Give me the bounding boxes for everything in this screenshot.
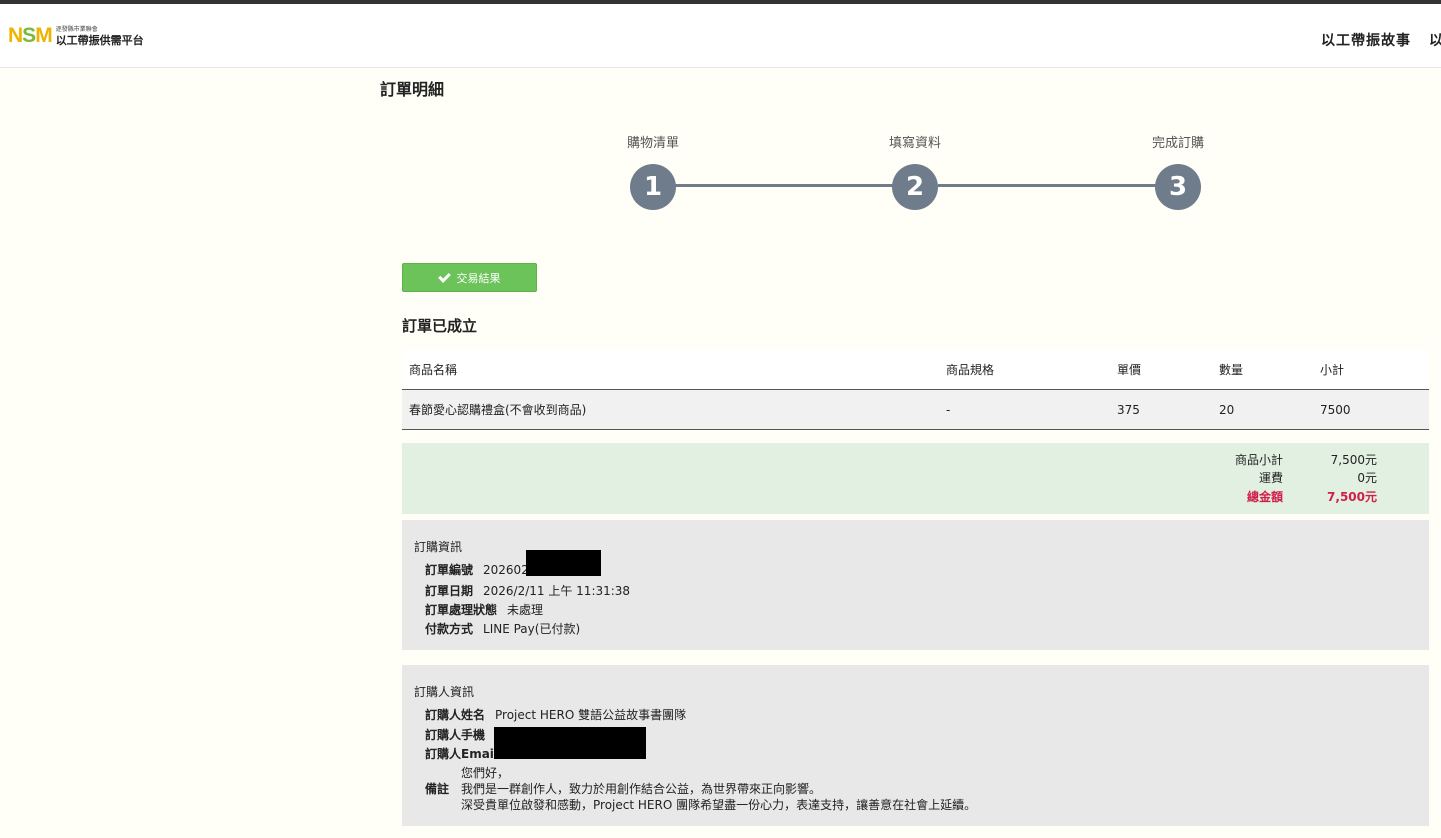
buyer-phone-label: 訂購人手機 — [425, 728, 486, 742]
table-header: 商品名稱 商品規格 單價 數量 小計 — [402, 350, 1429, 390]
order-number-row: 訂單編號 202602 — [425, 561, 529, 578]
logo-subtitle: 逐發縣市業聯會 — [55, 25, 98, 33]
step-complete: 完成訂購 3 — [1118, 128, 1238, 210]
note-label: 備註 — [425, 782, 450, 796]
buyer-info-panel: 訂購人資訊 訂購人姓名 Project HERO 雙語公益故事書團隊 訂購人手機 … — [402, 665, 1429, 826]
summary-total-value: 7,500元 — [1327, 490, 1377, 504]
product-spec: - — [946, 403, 951, 417]
buyer-info-title: 訂購人資訊 — [414, 685, 475, 699]
redaction-block — [494, 727, 646, 759]
step-number: 1 — [630, 164, 676, 210]
order-info-panel: 訂購資訊 訂單編號 202602 訂單日期 2026/2/11 上午 11:31:3… — [402, 520, 1429, 650]
step-label: 購物清單 — [626, 136, 679, 151]
buyer-phone-row: 訂購人手機 — [425, 726, 485, 743]
header-name: 商品名稱 — [409, 363, 458, 377]
summary-subtotal-label: 商品小計 — [1234, 453, 1283, 467]
buyer-email-row: 訂購人Email — [425, 745, 498, 762]
logo-title: 以工帶振供需平台 — [55, 33, 144, 47]
summary-shipping-value: 0元 — [1357, 471, 1377, 485]
product-name: 春節愛心認購禮盒(不會收到商品) — [409, 403, 587, 417]
summary-shipping-row: 運費 0元 — [402, 469, 1429, 487]
product-qty: 20 — [1219, 403, 1235, 417]
order-status-value: 未處理 — [507, 603, 544, 617]
order-summary: 商品小計 7,500元 運費 0元 總金額 7,500元 — [402, 443, 1429, 514]
buyer-email-label: 訂購人Email — [425, 747, 499, 761]
step-info: 填寫資料 2 — [855, 128, 975, 210]
table-row: 春節愛心認購禮盒(不會收到商品) - 375 20 7500 — [402, 390, 1429, 430]
note-line: 我們是一群創作人，致力於用創作結合公益，為世界帶來正向影響。 — [461, 782, 822, 796]
order-date-value: 2026/2/11 上午 11:31:38 — [483, 584, 631, 598]
note-line: 您們好， — [461, 766, 510, 780]
nav-next-link[interactable]: 以 — [1429, 30, 1441, 50]
nav-story-link[interactable]: 以工帶振故事 — [1321, 30, 1411, 50]
site-header: NSM 逐發縣市業聯會 以工帶振供需平台 以工帶振故事 以 — [0, 4, 1441, 68]
summary-total-label: 總金額 — [1246, 490, 1283, 504]
header-spec: 商品規格 — [946, 363, 995, 377]
page-title: 訂單明細 — [380, 80, 445, 99]
transaction-result-button[interactable]: 交易結果 — [402, 263, 537, 292]
order-created-heading: 訂單已成立 — [402, 317, 478, 335]
step-number: 3 — [1155, 164, 1201, 210]
logo-mark: NSM — [8, 24, 53, 47]
summary-shipping-label: 運費 — [1258, 471, 1283, 485]
order-number-value: 202602 — [483, 563, 529, 577]
buyer-name-row: 訂購人姓名 Project HERO 雙語公益故事書團隊 — [425, 706, 686, 723]
order-status-label: 訂單處理狀態 — [425, 603, 498, 617]
order-number-label: 訂單編號 — [425, 563, 474, 577]
summary-subtotal-row: 商品小計 7,500元 — [402, 451, 1429, 469]
header-qty: 數量 — [1219, 363, 1244, 377]
header-price: 單價 — [1117, 363, 1142, 377]
payment-method-row: 付款方式 LINE Pay(已付款) — [425, 620, 580, 637]
summary-total-row: 總金額 7,500元 — [402, 488, 1429, 506]
product-price: 375 — [1117, 403, 1140, 417]
redaction-block — [526, 550, 601, 576]
step-label: 完成訂購 — [1151, 136, 1204, 151]
order-date-row: 訂單日期 2026/2/11 上午 11:31:38 — [425, 582, 630, 599]
order-status-row: 訂單處理狀態 未處理 — [425, 601, 543, 618]
summary-subtotal-value: 7,500元 — [1330, 453, 1377, 467]
payment-method-label: 付款方式 — [425, 622, 474, 636]
site-logo[interactable]: NSM 逐發縣市業聯會 以工帶振供需平台 — [8, 25, 144, 47]
payment-method-value: LINE Pay(已付款) — [483, 622, 581, 636]
checkout-steps: 購物清單 1 填寫資料 2 完成訂購 3 — [600, 128, 1240, 218]
order-info-title: 訂購資訊 — [414, 540, 463, 554]
product-subtotal: 7500 — [1320, 403, 1351, 417]
buyer-name-label: 訂購人姓名 — [425, 708, 486, 722]
step-cart: 購物清單 1 — [593, 128, 713, 210]
check-icon — [437, 269, 451, 283]
order-date-label: 訂單日期 — [425, 584, 474, 598]
step-number: 2 — [892, 164, 938, 210]
result-button-label: 交易結果 — [456, 271, 501, 285]
logo-text: 逐發縣市業聯會 以工帶振供需平台 — [55, 25, 144, 47]
header-subtotal: 小計 — [1320, 363, 1345, 377]
note-line: 深受貴單位啟發和感動，Project HERO 團隊希望盡一份心力，表達支持，讓… — [461, 798, 977, 812]
buyer-name-value: Project HERO 雙語公益故事書團隊 — [495, 708, 687, 722]
order-table: 商品名稱 商品規格 單價 數量 小計 春節愛心認購禮盒(不會收到商品) - 37… — [402, 350, 1429, 430]
step-label: 填寫資料 — [888, 136, 941, 151]
